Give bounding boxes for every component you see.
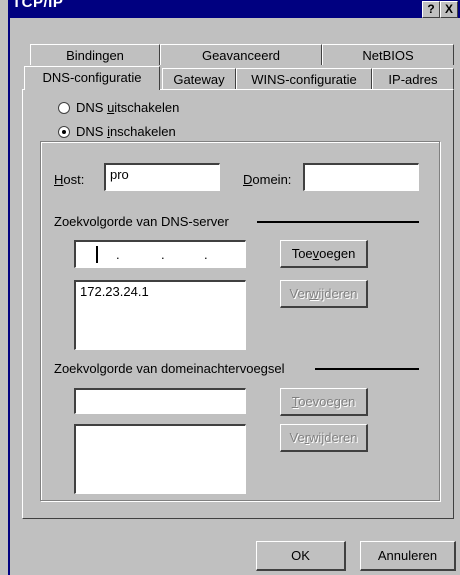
dns-ip-input[interactable]: . . . (74, 240, 246, 268)
suffix-list[interactable] (74, 424, 246, 494)
ok-button[interactable]: OK (256, 541, 346, 571)
suffix-remove-button[interactable]: Verwijderen (280, 424, 368, 452)
host-label: Host: (54, 172, 85, 187)
suffix-search-heading: Zoekvolgorde van domeinachtervoegsel (54, 361, 285, 376)
dns-enable-label: DNS inschakelen (76, 124, 176, 139)
dns-remove-button[interactable]: Verwijderen (280, 280, 368, 308)
tab-wins-configuratie[interactable]: WINS-configuratie (236, 68, 372, 89)
tab-geavanceerd[interactable]: Geavanceerd (160, 44, 322, 65)
cancel-button[interactable]: Annuleren (360, 541, 456, 571)
tab-bindingen[interactable]: Bindingen (30, 44, 160, 65)
close-button[interactable]: X (440, 1, 458, 18)
tab-netbios[interactable]: NetBIOS (322, 44, 454, 65)
window-title: TCP/IP (12, 0, 64, 11)
dns-enable-option[interactable]: DNS inschakelen (58, 124, 192, 140)
radio-enable[interactable] (58, 126, 70, 138)
dns-disable-label: DNS uitschakelen (76, 100, 180, 115)
tcpip-dialog: TCP/IP ? X Bindingen Geavanceerd NetBIOS… (0, 0, 460, 575)
ip-dot-1: . (116, 247, 120, 262)
dns-server-entry[interactable]: 172.23.24.1 (80, 284, 149, 299)
dns-search-separator (257, 221, 419, 223)
suffix-input[interactable] (74, 388, 246, 414)
help-button[interactable]: ? (422, 1, 440, 18)
suffix-search-separator (315, 368, 419, 370)
dns-add-button[interactable]: Toevoegen (280, 240, 368, 268)
domain-label: Domein: (243, 172, 292, 187)
title-bar[interactable]: TCP/IP ? X (10, 0, 460, 18)
window-left-edge (8, 0, 10, 575)
dns-server-list[interactable]: 172.23.24.1 (74, 280, 246, 350)
ip-dot-3: . (204, 247, 208, 262)
radio-selected-dot (62, 130, 66, 134)
tab-ip-adres[interactable]: IP-adres (372, 68, 454, 89)
suffix-add-button[interactable]: Toevoegen (280, 388, 368, 416)
tab-gateway[interactable]: Gateway (162, 68, 236, 89)
ip-dot-2: . (161, 247, 165, 262)
text-cursor (96, 246, 98, 263)
domain-input[interactable] (303, 163, 419, 191)
radio-disable[interactable] (58, 102, 70, 114)
dns-search-heading: Zoekvolgorde van DNS-server (54, 214, 229, 229)
tab-dns-configuratie[interactable]: DNS-configuratie (24, 66, 160, 90)
host-input[interactable]: pro (104, 163, 220, 191)
